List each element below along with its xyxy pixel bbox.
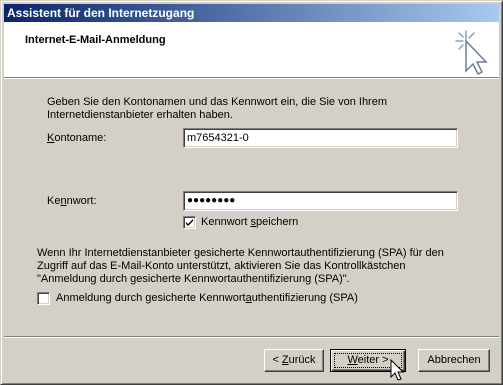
save-password-checkbox[interactable] (183, 216, 196, 229)
window-title: Assistent für den Internetzugang (7, 6, 195, 20)
account-name-value: m7654321-0 (187, 132, 249, 144)
mouse-pointer-icon (390, 359, 405, 381)
spa-info-line1: Wenn Ihr Internetdienstanbieter gesicher… (37, 247, 444, 259)
spa-info-line3: "Anmeldung durch gesicherte Kennwortauth… (37, 273, 350, 285)
page-title: Internet-E-Mail-Anmeldung (25, 34, 166, 46)
spa-checkbox[interactable] (37, 292, 50, 305)
intro-text-line2: Internetdienstanbieter erhalten haben. (47, 109, 233, 121)
footer-separator (4, 336, 499, 338)
header-separator (4, 77, 499, 79)
checkmark-icon (186, 219, 193, 226)
wizard-header: Internet-E-Mail-Anmeldung (4, 22, 499, 77)
cancel-button[interactable]: Abbrechen (418, 349, 490, 372)
cancel-button-label: Abbrechen (427, 354, 481, 366)
wizard-wand-icon (455, 30, 488, 75)
back-button-suffix: urück (288, 354, 316, 366)
account-name-input[interactable]: m7654321-0 (183, 128, 458, 148)
spa-label-suffix: uthentifizierung (SPA) (251, 292, 358, 304)
spa-checkbox-label[interactable]: Anmeldung durch gesicherte Kennwortauthe… (56, 292, 358, 305)
title-bar[interactable]: Assistent für den Internetzugang (4, 4, 499, 22)
save-password-label[interactable]: Kennwort speichern (201, 216, 298, 229)
wizard-window: Assistent für den Internetzugang Interne… (0, 0, 503, 385)
save-password-label-suffix: peichern (256, 216, 299, 228)
back-button[interactable]: < Zurück (264, 349, 324, 372)
spa-info-line2: Zugriff auf das E-Mail-Konto unterstützt… (37, 260, 406, 272)
password-input[interactable]: ●●●●●●●● (183, 191, 458, 211)
account-label-suffix: ontoname: (54, 132, 107, 144)
save-password-label-prefix: Kennwort (201, 216, 251, 228)
intro-text-line1: Geben Sie den Kontonamen und das Kennwor… (47, 96, 388, 108)
account-name-label: Kontoname: (47, 132, 106, 145)
password-label: Kennwort: (47, 195, 97, 208)
back-button-accesskey: Z (281, 354, 289, 366)
password-label-prefix: Ke (47, 195, 61, 207)
password-value: ●●●●●●●● (187, 195, 236, 206)
back-button-prefix: < (272, 354, 282, 366)
password-label-suffix: nwort: (66, 195, 97, 207)
spa-label-prefix: Anmeldung durch gesicherte Kennwort (56, 292, 246, 304)
